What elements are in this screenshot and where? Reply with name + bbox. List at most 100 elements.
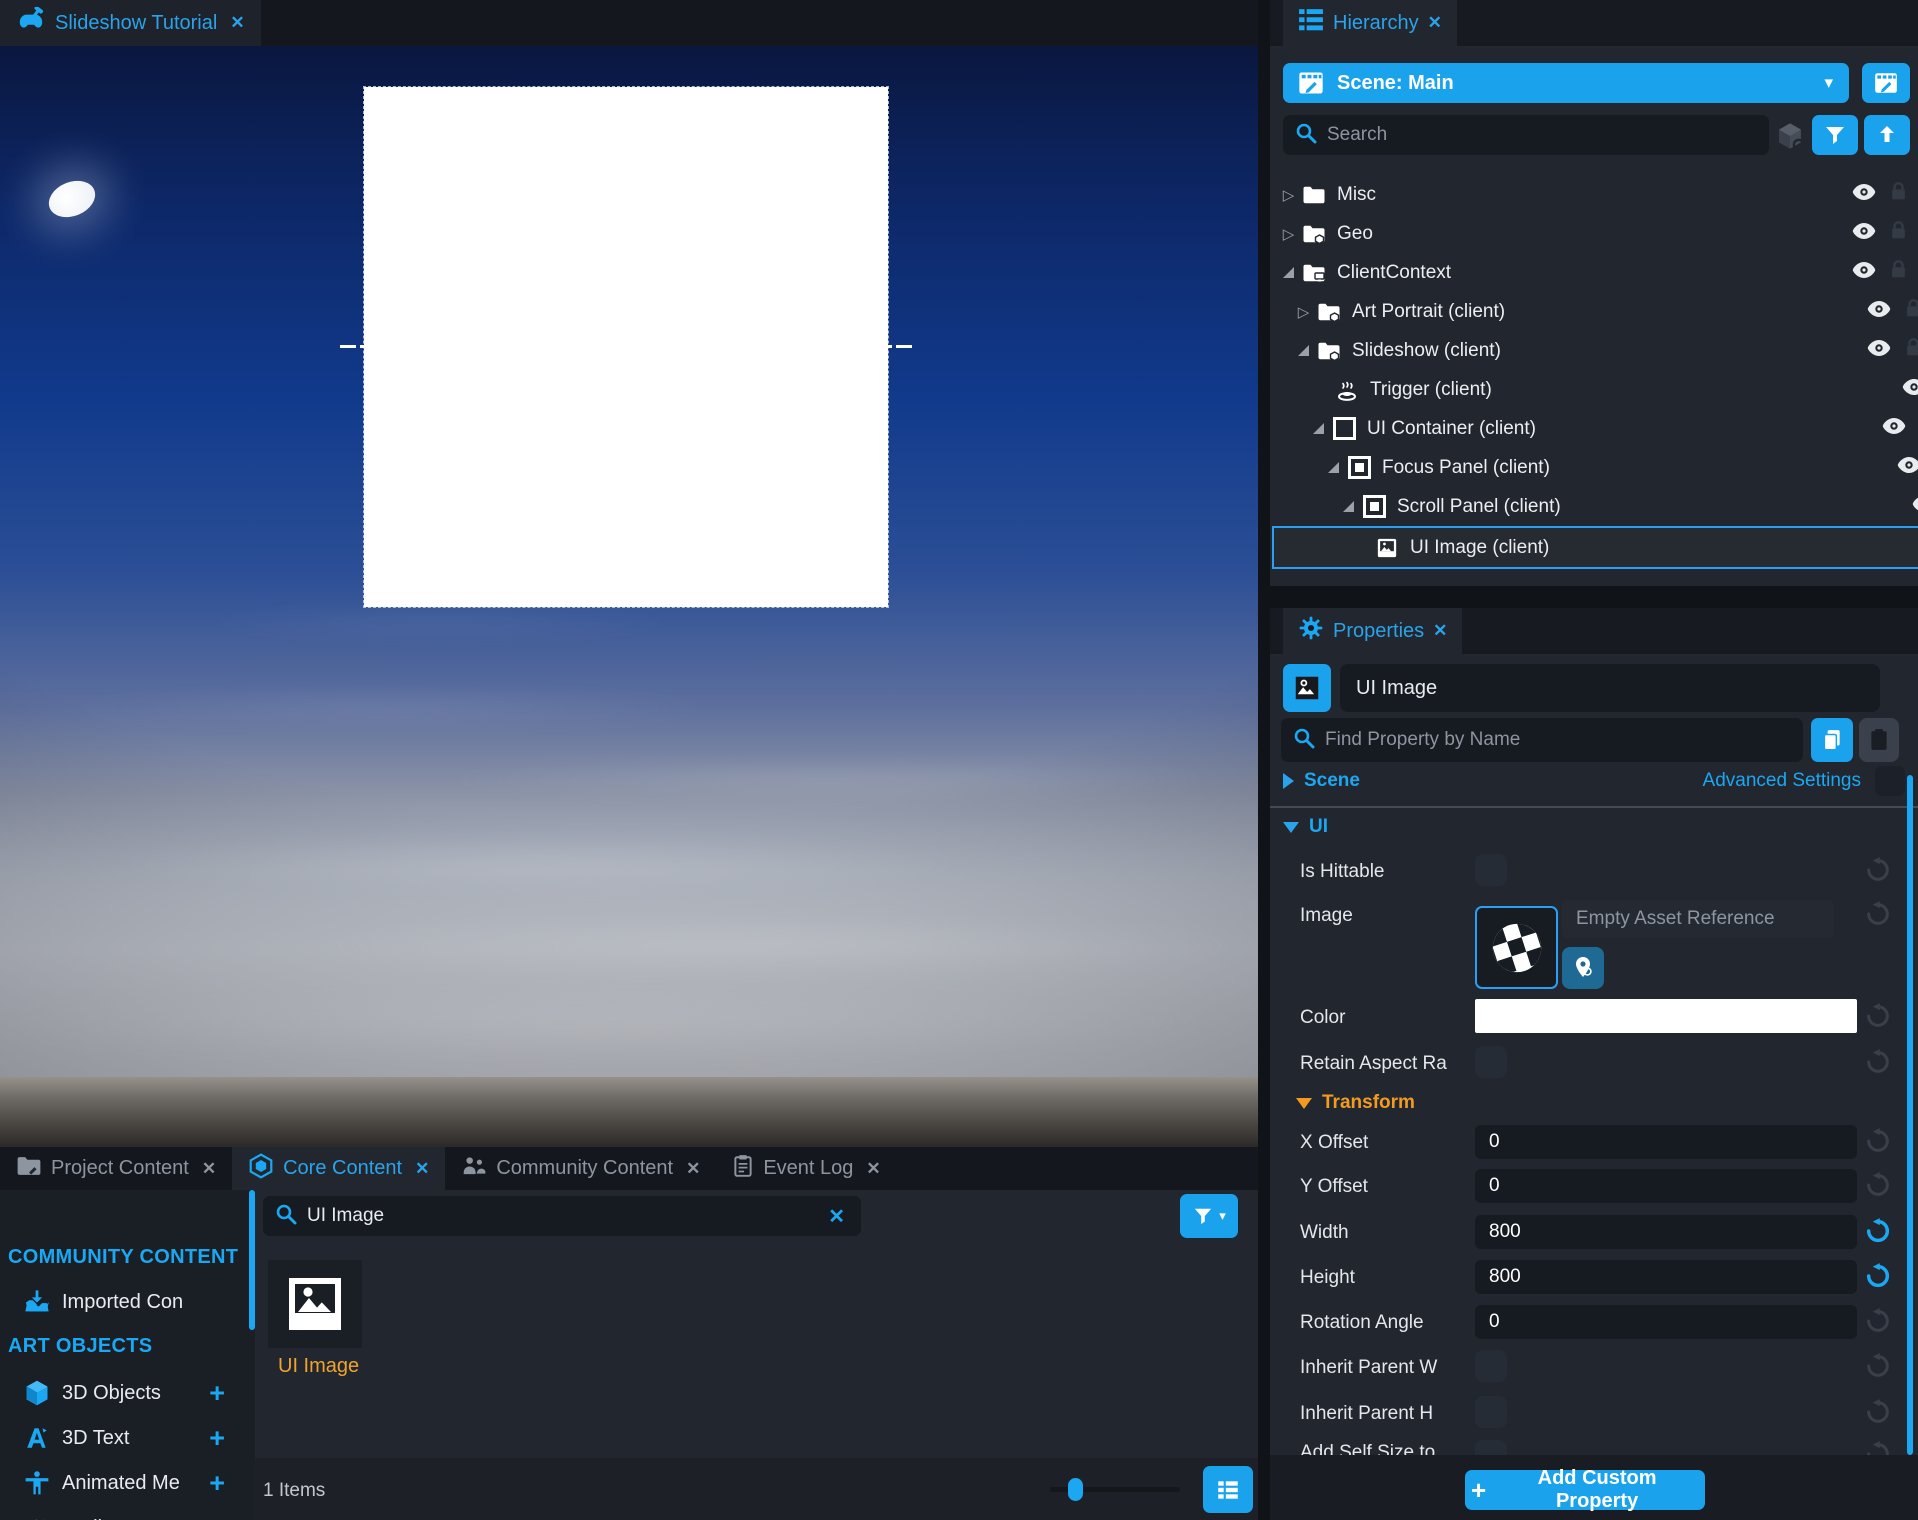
- locate-asset-button[interactable]: [1562, 947, 1604, 989]
- retain-aspect-checkbox[interactable]: [1475, 1046, 1507, 1078]
- tab-properties[interactable]: Properties ✕: [1283, 608, 1462, 654]
- find-property-input[interactable]: [1325, 729, 1791, 751]
- thumbnail-size-slider[interactable]: [1050, 1487, 1180, 1492]
- expand-caret-icon[interactable]: ▷: [1280, 186, 1297, 204]
- add-icon[interactable]: +: [209, 1378, 225, 1409]
- collapse-caret-icon[interactable]: [1283, 267, 1294, 278]
- close-icon[interactable]: ✕: [230, 13, 244, 33]
- add-icon[interactable]: +: [209, 1423, 225, 1454]
- lock-icon[interactable]: [1891, 221, 1906, 246]
- visibility-eye-icon[interactable]: [1851, 183, 1877, 207]
- sidebar-scrollbar[interactable]: [249, 1190, 255, 1330]
- reset-icon[interactable]: [1864, 1127, 1892, 1155]
- inherit-parent-w-checkbox[interactable]: [1475, 1350, 1507, 1382]
- grid-view-button[interactable]: [1203, 1466, 1253, 1513]
- tab-core-content[interactable]: Core Content ✕: [232, 1147, 445, 1190]
- color-swatch[interactable]: [1475, 999, 1857, 1033]
- width-input[interactable]: [1475, 1215, 1857, 1249]
- properties-scrollbar[interactable]: [1907, 775, 1913, 1455]
- collapse-caret-icon[interactable]: [1343, 501, 1354, 512]
- new-scene-button[interactable]: [1862, 63, 1910, 103]
- paste-properties-button[interactable]: [1859, 718, 1899, 762]
- tab-hierarchy[interactable]: Hierarchy ✕: [1283, 0, 1457, 46]
- clear-search-icon[interactable]: ✕: [824, 1204, 849, 1229]
- expand-caret-icon[interactable]: ▷: [1280, 225, 1297, 243]
- resize-handle-right[interactable]: [896, 345, 912, 348]
- tab-event-log[interactable]: Event Log ✕: [716, 1147, 896, 1190]
- image-thumbnail[interactable]: [1475, 906, 1558, 989]
- x-offset-input[interactable]: [1475, 1125, 1857, 1159]
- asset-filter-button[interactable]: ▾: [1180, 1194, 1238, 1238]
- hierarchy-item-slideshow[interactable]: Slideshow (client): [1274, 331, 1918, 370]
- visibility-eye-icon[interactable]: [1901, 378, 1918, 402]
- visibility-eye-icon[interactable]: [1881, 417, 1907, 441]
- collapse-caret-icon[interactable]: [1313, 423, 1324, 434]
- resize-handle-left[interactable]: [340, 345, 356, 348]
- asset-reference-field[interactable]: [1562, 900, 1834, 938]
- reset-icon[interactable]: [1864, 1440, 1892, 1455]
- visibility-eye-icon[interactable]: [1866, 300, 1892, 324]
- entity-name-input[interactable]: [1340, 664, 1880, 712]
- section-caret-icon[interactable]: [1283, 773, 1294, 789]
- visibility-eye-icon[interactable]: [1896, 456, 1918, 480]
- filter-button[interactable]: [1812, 115, 1858, 155]
- scene-viewport[interactable]: [0, 46, 1258, 1147]
- reset-icon-active[interactable]: [1864, 1217, 1892, 1245]
- asset-search-input[interactable]: [307, 1205, 814, 1227]
- add-self-size-checkbox[interactable]: [1475, 1440, 1507, 1455]
- reset-icon[interactable]: [1864, 1352, 1892, 1380]
- reset-icon[interactable]: [1864, 1048, 1892, 1076]
- add-custom-property-button[interactable]: + Add Custom Property: [1465, 1470, 1705, 1510]
- sidebar-item-audio[interactable]: Audio +: [0, 1508, 255, 1520]
- reset-icon[interactable]: [1864, 1171, 1892, 1199]
- close-icon[interactable]: ✕: [415, 1159, 429, 1179]
- is-hittable-checkbox[interactable]: [1475, 854, 1507, 886]
- inherit-parent-h-checkbox[interactable]: [1475, 1396, 1507, 1428]
- hierarchy-search-input[interactable]: [1327, 124, 1757, 146]
- collapse-caret-icon[interactable]: [1298, 345, 1309, 356]
- tab-community-content[interactable]: Community Content ✕: [445, 1147, 716, 1190]
- lock-icon[interactable]: [1906, 299, 1918, 324]
- view-cube-icon[interactable]: [1773, 120, 1807, 157]
- height-input[interactable]: [1475, 1260, 1857, 1294]
- selected-ui-panel[interactable]: [364, 87, 888, 607]
- tab-project-content[interactable]: Project Content ✕: [0, 1147, 232, 1190]
- sidebar-item-3d-objects[interactable]: 3D Objects +: [0, 1373, 255, 1413]
- y-offset-input[interactable]: [1475, 1169, 1857, 1203]
- slider-thumb[interactable]: [1068, 1478, 1083, 1501]
- visibility-eye-icon[interactable]: [1866, 339, 1892, 363]
- asset-search[interactable]: ✕: [263, 1196, 861, 1236]
- hierarchy-item-art-portrait[interactable]: ▷ Art Portrait (client): [1274, 292, 1918, 331]
- hierarchy-item-ui-image[interactable]: UI Image (client): [1272, 526, 1918, 569]
- add-icon[interactable]: +: [209, 1513, 225, 1520]
- lock-icon[interactable]: [1891, 182, 1906, 207]
- resize-handle-left-inner[interactable]: [360, 345, 376, 348]
- reset-icon[interactable]: [1864, 1002, 1892, 1030]
- visibility-eye-icon[interactable]: [1851, 261, 1877, 285]
- reset-icon[interactable]: [1864, 900, 1892, 928]
- reset-icon[interactable]: [1864, 856, 1892, 884]
- reset-icon[interactable]: [1864, 1307, 1892, 1335]
- hierarchy-search[interactable]: [1283, 115, 1769, 155]
- copy-properties-button[interactable]: [1811, 718, 1853, 762]
- advanced-settings-label[interactable]: Advanced Settings: [1703, 770, 1861, 792]
- hierarchy-item-trigger[interactable]: Trigger (client): [1274, 370, 1918, 409]
- asset-reference-input[interactable]: [1576, 908, 1820, 930]
- sidebar-item-animated-meshes[interactable]: Animated Me +: [0, 1463, 255, 1503]
- find-property-search[interactable]: [1281, 718, 1803, 762]
- close-icon[interactable]: ✕: [866, 1159, 880, 1179]
- advanced-settings-checkbox[interactable]: [1875, 766, 1905, 796]
- sidebar-item-3d-text[interactable]: 3D Text +: [0, 1418, 255, 1458]
- hierarchy-item-ui-container[interactable]: UI Container (client): [1274, 409, 1918, 448]
- hierarchy-item-focus-panel[interactable]: Focus Panel (client): [1274, 448, 1918, 487]
- rotation-angle-input[interactable]: [1475, 1305, 1857, 1339]
- close-icon[interactable]: ✕: [686, 1159, 700, 1179]
- close-icon[interactable]: ✕: [1433, 621, 1447, 641]
- transform-section-header[interactable]: Transform: [1296, 1086, 1415, 1120]
- hierarchy-item-scroll-panel[interactable]: Scroll Panel (client): [1274, 487, 1918, 526]
- collapse-caret-icon[interactable]: [1328, 462, 1339, 473]
- expand-caret-icon[interactable]: ▷: [1295, 303, 1312, 321]
- collapse-all-button[interactable]: [1864, 115, 1910, 155]
- hierarchy-item-misc[interactable]: ▷ Misc: [1274, 175, 1916, 214]
- add-icon[interactable]: +: [209, 1468, 225, 1499]
